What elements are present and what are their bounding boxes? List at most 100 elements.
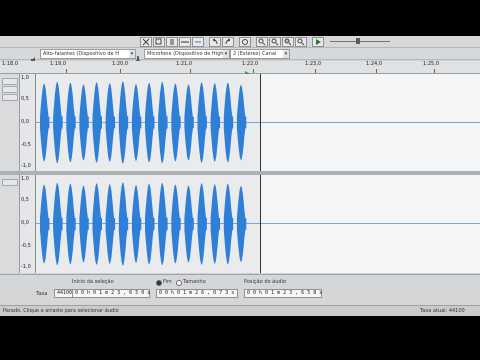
- ruler-label: 1:20,0: [112, 61, 128, 67]
- trim-button[interactable]: [179, 37, 191, 47]
- waveform-burst: [223, 183, 234, 265]
- ruler-label: 1:23,0: [305, 61, 321, 67]
- mute-button[interactable]: [2, 86, 18, 93]
- track-control-panel[interactable]: [0, 175, 20, 273]
- ruler-label: 1:24,0: [366, 61, 382, 67]
- sync-lock-button[interactable]: [239, 37, 251, 47]
- edit-cursor: [260, 175, 261, 273]
- scale-label: 0,5: [21, 96, 29, 102]
- waveform-burst: [145, 183, 155, 265]
- toolbar-top: [0, 36, 480, 48]
- copy-button[interactable]: [153, 37, 165, 47]
- ruler-tick: [120, 69, 121, 73]
- ruler-tick: [376, 69, 377, 73]
- waveform-burst: [92, 183, 102, 265]
- status-bar: Parado. Clique e arraste para selecionar…: [0, 305, 480, 316]
- end-label: Fim: [163, 279, 172, 285]
- waveform-burst: [105, 83, 116, 162]
- selection-toolbar: Taxa 44100 Início da seleção 0 0 h 0 1 m…: [0, 274, 480, 305]
- track-menu-button[interactable]: [2, 179, 18, 186]
- audio-track-right[interactable]: 1,0 0,5 0,0 -0,5 -1,0: [0, 175, 480, 273]
- waveform-burst: [145, 82, 155, 163]
- waveform-burst: [171, 184, 181, 264]
- recording-device-select[interactable]: Microfone (Dispositivo de High ▾: [144, 49, 230, 59]
- scale-label: 0,0: [21, 119, 29, 125]
- rate-label: Taxa: [36, 291, 48, 297]
- audacity-window: Alto-falantes (Dispositivo de H ▾ Microf…: [0, 36, 480, 316]
- track-menu-button[interactable]: [2, 78, 18, 85]
- waveform-burst: [105, 184, 116, 264]
- waveform[interactable]: [36, 74, 260, 171]
- fit-selection-button[interactable]: [282, 37, 294, 47]
- playback-device-value: Alto-falantes (Dispositivo de H: [43, 51, 119, 57]
- length-label: Tamanho: [183, 279, 206, 285]
- waveform-burst: [184, 84, 194, 161]
- microphone-icon: [134, 49, 142, 64]
- waveform-burst: [236, 84, 247, 161]
- selection-end-field[interactable]: 0 0 h 0 1 m 2 6 , 0 7 3 s: [156, 289, 238, 298]
- waveform-burst: [118, 81, 129, 164]
- zoom-out-button[interactable]: [269, 37, 281, 47]
- waveform-burst: [184, 185, 194, 263]
- audio-position-field[interactable]: 0 0 h 0 1 m 2 3 , 6 5 8 s: [244, 289, 322, 298]
- play-speed-thumb[interactable]: [356, 38, 360, 44]
- channels-value: 2 (Estéreo) Canai: [233, 51, 277, 57]
- play-speed-slider[interactable]: [330, 41, 390, 42]
- actual-rate-text: Taxa atual: 44100: [420, 308, 465, 314]
- ruler-tick: [434, 69, 435, 73]
- undo-button[interactable]: [209, 37, 221, 47]
- timeline-ruler[interactable]: 1:19,0 1:20,0 1:21,0 1:22,0 1:23,0 1:24,…: [0, 61, 480, 78]
- audio-track-left[interactable]: 1,0 0,5 0,0 -0,5 -1,0: [0, 74, 480, 171]
- scale-label: 1,0: [21, 75, 29, 81]
- scale-label: 0,5: [21, 197, 29, 203]
- waveform-burst: [236, 186, 247, 262]
- amplitude-scale: 1,0 0,5 0,0 -0,5 -1,0: [20, 74, 36, 171]
- redo-button[interactable]: [222, 37, 234, 47]
- ruler-tick: [253, 69, 254, 73]
- waveform[interactable]: [36, 175, 260, 273]
- ruler-tick: [66, 69, 67, 73]
- scale-label: 1,0: [21, 176, 29, 182]
- end-radio[interactable]: [156, 280, 162, 286]
- empty-region[interactable]: [260, 175, 480, 273]
- waveform-burst: [210, 184, 221, 264]
- cut-button[interactable]: [140, 37, 152, 47]
- waveform-burst: [40, 184, 50, 264]
- channels-select[interactable]: 2 (Estéreo) Canai ▾: [230, 49, 290, 59]
- chevron-down-icon: ▾: [283, 50, 289, 58]
- speaker-icon: [30, 49, 38, 63]
- waveform-burst: [131, 185, 142, 263]
- waveform-burst: [66, 82, 76, 163]
- play-at-speed-button[interactable]: [312, 37, 324, 47]
- ruler-tick: [190, 69, 191, 73]
- chevron-down-icon: ▾: [223, 50, 229, 58]
- solo-button[interactable]: [2, 94, 18, 101]
- scale-label: -1,0: [21, 264, 31, 270]
- device-toolbar: Alto-falantes (Dispositivo de H ▾ Microf…: [0, 48, 480, 64]
- waveform-burst: [210, 83, 221, 162]
- silence-button[interactable]: [192, 37, 204, 47]
- selection-start-field[interactable]: 0 0 h 0 1 m 2 3 , 6 5 0 s: [72, 289, 150, 298]
- video-frame: Alto-falantes (Dispositivo de H ▾ Microf…: [0, 0, 480, 360]
- waveform-burst: [158, 182, 168, 266]
- waveform-burst: [40, 83, 50, 162]
- length-radio[interactable]: [176, 280, 182, 286]
- scale-label: -0,5: [21, 142, 31, 148]
- paste-button[interactable]: [166, 37, 178, 47]
- waveform-burst: [53, 81, 63, 164]
- fit-project-button[interactable]: [295, 37, 307, 47]
- ruler-tick: [315, 69, 316, 73]
- waveform-burst: [158, 81, 168, 164]
- ruler-label: 1:18,0: [2, 61, 18, 67]
- playback-device-select[interactable]: Alto-falantes (Dispositivo de H ▾: [40, 49, 136, 59]
- waveform-burst: [79, 84, 89, 161]
- waveform-burst: [92, 82, 102, 163]
- zoom-in-button[interactable]: [256, 37, 268, 47]
- ruler-label: 1:25,0: [423, 61, 439, 67]
- track-control-panel[interactable]: [0, 74, 20, 171]
- waveform-burst: [197, 183, 207, 265]
- ruler-label: 1:21,0: [176, 61, 192, 67]
- scale-label: -1,0: [21, 163, 31, 169]
- waveform-burst: [66, 183, 76, 265]
- scale-label: 0,0: [21, 220, 29, 226]
